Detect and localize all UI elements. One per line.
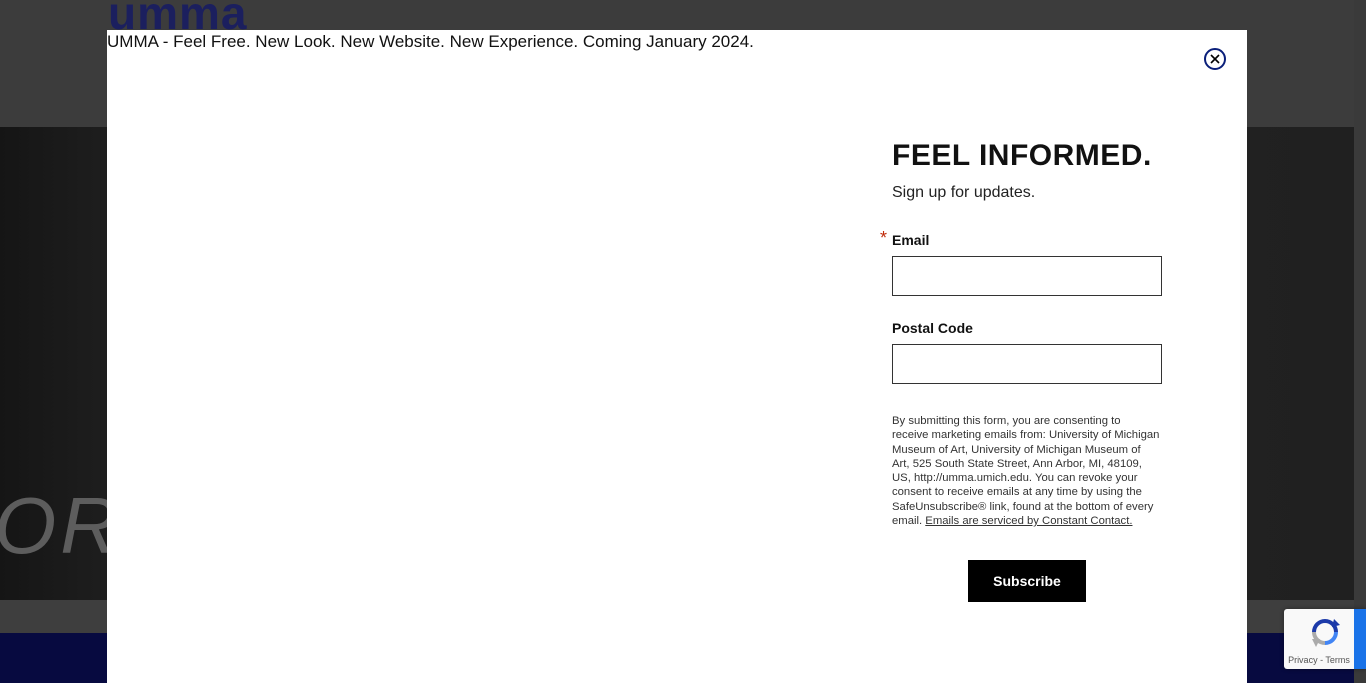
recaptcha-icon (1312, 619, 1340, 647)
recaptcha-links: Privacy - Terms (1284, 655, 1354, 665)
postal-code-label-text: Postal Code (892, 320, 973, 336)
required-marker: * (880, 228, 888, 248)
consent-disclaimer: By submitting this form, you are consent… (892, 414, 1160, 528)
email-field[interactable] (892, 256, 1162, 296)
recaptcha-terms-link[interactable]: Terms (1325, 655, 1350, 665)
form-title: FEEL INFORMED. (892, 139, 1152, 172)
postal-code-field[interactable] (892, 344, 1162, 384)
recaptcha-privacy-link[interactable]: Privacy (1288, 655, 1318, 665)
modal-banner-text: UMMA - Feel Free. New Look. New Website.… (107, 32, 754, 51)
signup-form: FEEL INFORMED. Sign up for updates. * Em… (880, 138, 1164, 602)
subscribe-button[interactable]: Subscribe (968, 560, 1086, 602)
close-x-icon (1210, 54, 1220, 64)
postal-code-label: Postal Code (892, 320, 1164, 336)
form-subtitle: Sign up for updates. (892, 184, 1036, 201)
close-button[interactable] (1204, 48, 1226, 70)
email-label: * Email (880, 228, 1164, 248)
email-label-text: Email (892, 232, 930, 248)
signup-modal: UMMA - Feel Free. New Look. New Website.… (107, 30, 1247, 683)
constant-contact-link[interactable]: Emails are serviced by Constant Contact. (925, 515, 1132, 527)
disclaimer-text: By submitting this form, you are consent… (892, 415, 1160, 528)
recaptcha-side-tab[interactable] (1354, 609, 1366, 669)
page-scrollbar[interactable] (1354, 0, 1366, 683)
